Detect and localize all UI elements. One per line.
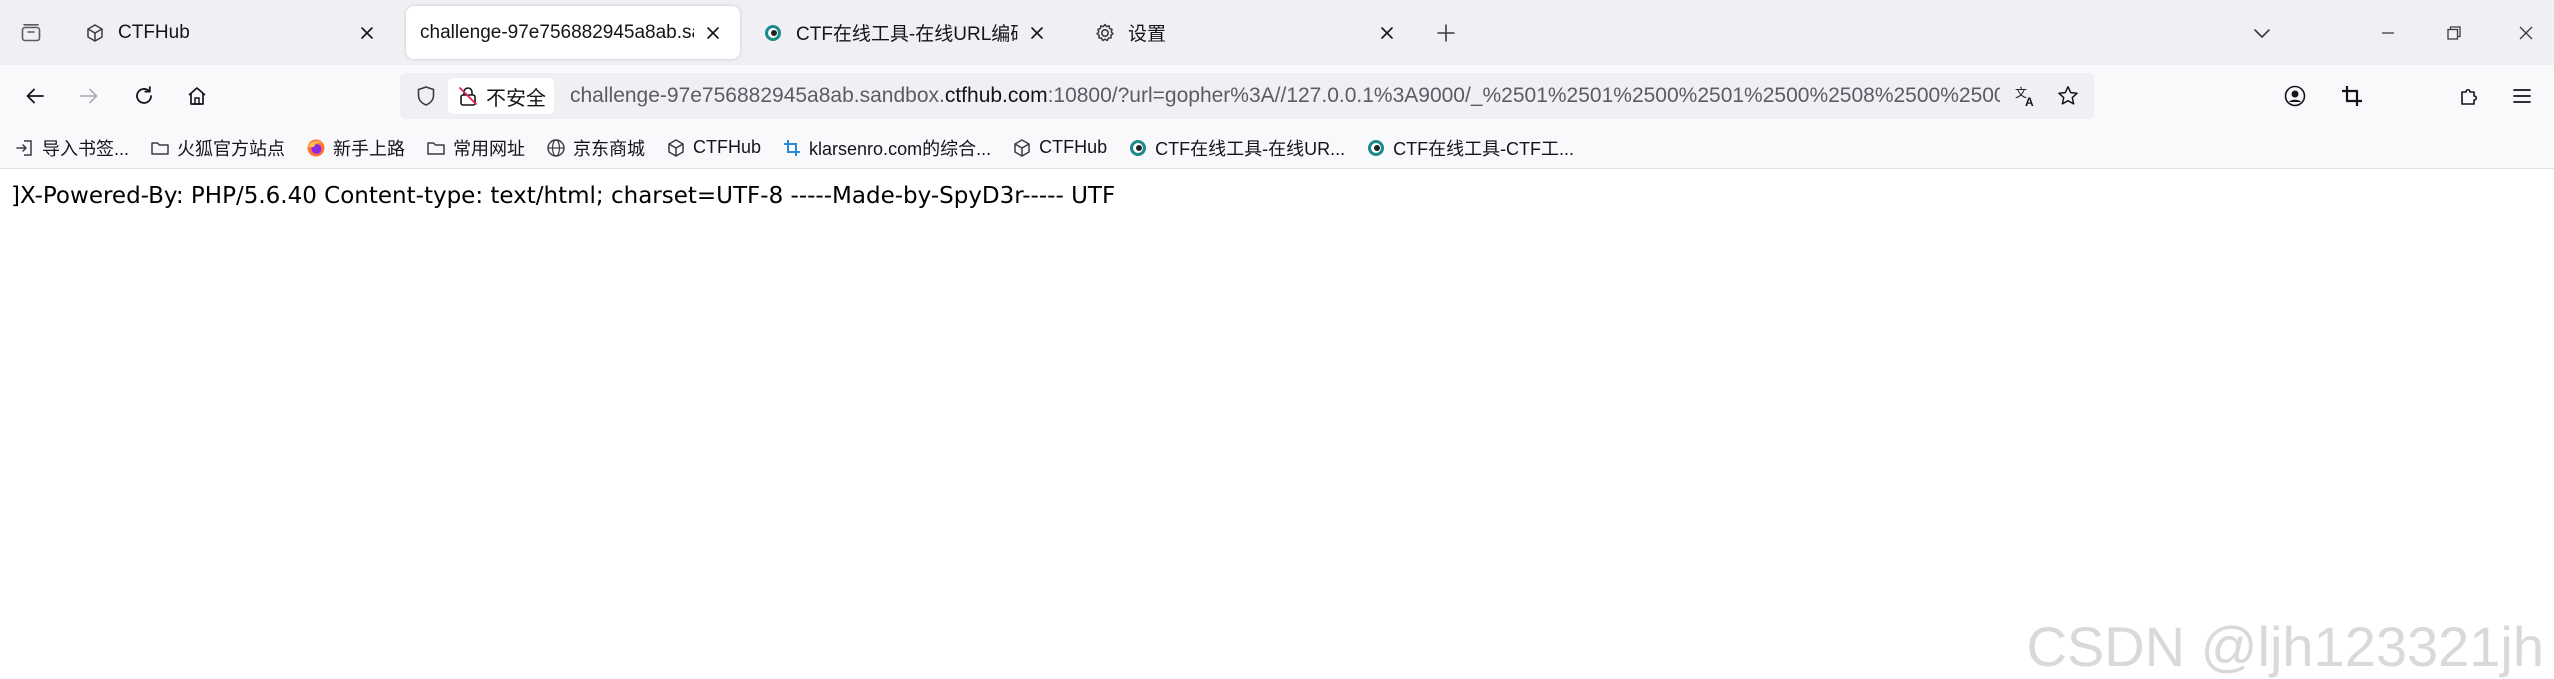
extensions-button[interactable] <box>2452 79 2486 113</box>
firefox-icon <box>305 137 327 159</box>
url-bar[interactable]: 不安全 challenge-97e756882945a8ab.sandbox.c… <box>400 73 2094 119</box>
bookmark-label: 新手上路 <box>333 138 406 159</box>
bookmark-label: CTF在线工具-CTF工... <box>1393 138 1575 159</box>
bookmark-getting-started[interactable]: 新手上路 <box>305 132 405 164</box>
hamburger-menu-icon <box>2513 89 2531 103</box>
restore-icon <box>2447 26 2461 40</box>
shield-icon[interactable] <box>406 73 446 119</box>
bookmark-label: CTFHub <box>1039 137 1108 157</box>
bookmark-ctf-tools-url[interactable]: CTF在线工具-在线UR... <box>1127 132 1345 164</box>
tab-ctf-tools[interactable]: CTF在线工具-在线URL编码|URL解码 <box>748 6 1064 59</box>
forward-button[interactable] <box>72 79 106 113</box>
import-icon <box>14 137 36 159</box>
bookmark-ctfhub-2[interactable]: CTFHub <box>1011 132 1107 164</box>
list-all-tabs-button[interactable] <box>2246 17 2278 49</box>
screenshot-button[interactable] <box>2335 79 2369 113</box>
translate-button[interactable]: 文 A <box>2010 80 2042 112</box>
browser-window: CTFHub challenge-97e756882945a8ab.sandbo… <box>0 0 2554 679</box>
bookmark-label: 京东商城 <box>573 138 646 159</box>
close-icon[interactable] <box>1374 20 1400 46</box>
connection-security-indicator[interactable]: 不安全 <box>448 78 554 114</box>
account-icon <box>2284 85 2306 107</box>
forward-arrow-icon <box>80 88 98 104</box>
tab-overview-icon <box>21 23 41 41</box>
tab-list-button[interactable] <box>0 0 62 65</box>
bookmark-import[interactable]: 导入书签... <box>14 132 129 164</box>
tab-title: CTFHub <box>118 21 190 43</box>
cube-icon <box>665 137 687 159</box>
back-button[interactable] <box>18 79 52 113</box>
close-icon[interactable] <box>1024 20 1050 46</box>
crop-icon <box>781 137 803 159</box>
url-prefix: challenge-97e756882945a8ab.sandbox. <box>570 84 945 107</box>
bookmark-star-button[interactable] <box>2052 80 2084 112</box>
url-domain: ctfhub.com <box>944 84 1048 107</box>
ctf-tools-icon <box>1365 137 1387 159</box>
bookmark-label: 火狐官方站点 <box>177 138 286 159</box>
bookmark-label: klarsenro.com的综合... <box>809 138 992 159</box>
close-window-button[interactable] <box>2510 17 2542 49</box>
translate-icon: 文 A <box>2015 85 2034 109</box>
bookmark-label: CTF在线工具-在线UR... <box>1155 138 1346 159</box>
tab-strip: CTFHub challenge-97e756882945a8ab.sandbo… <box>0 0 2554 65</box>
home-icon <box>188 87 206 105</box>
bookmark-folder-common-sites[interactable]: 常用网址 <box>425 132 525 164</box>
restore-button[interactable] <box>2438 17 2470 49</box>
url-text[interactable]: challenge-97e756882945a8ab.sandbox.ctfhu… <box>570 84 2000 108</box>
close-icon[interactable] <box>354 20 380 46</box>
bookmark-label: 常用网址 <box>453 138 526 159</box>
ctf-tools-icon <box>762 22 784 44</box>
csdn-watermark: CSDN @ljh123321jh <box>2026 615 2544 678</box>
url-suffix: :10800/?url=gopher%3A//127.0.0.1%3A9000/… <box>1047 84 2000 107</box>
folder-icon <box>149 137 171 159</box>
response-output-text: ]X-Powered-By: PHP/5.6.40 Content-type: … <box>11 183 1116 209</box>
globe-icon <box>545 137 567 159</box>
gear-icon <box>1094 22 1116 44</box>
puzzle-icon <box>2461 88 2478 105</box>
bookmarks-toolbar: 导入书签... 火狐官方站点 新手上路 常用网址 京东商城 CTFHub kla… <box>0 127 2554 169</box>
bookmark-klarsenro[interactable]: klarsenro.com的综合... <box>781 132 991 164</box>
navigation-toolbar: 不安全 challenge-97e756882945a8ab.sandbox.c… <box>0 65 2554 127</box>
minimize-button[interactable] <box>2372 17 2404 49</box>
tab-title: 设置 <box>1128 24 1167 45</box>
cube-icon <box>1011 137 1033 159</box>
chevron-down-icon <box>2254 29 2270 38</box>
folder-icon <box>425 137 447 159</box>
plus-icon <box>1437 24 1455 42</box>
cube-icon <box>84 22 106 44</box>
back-arrow-icon <box>26 88 44 104</box>
star-icon <box>2058 86 2078 105</box>
page-content: ]X-Powered-By: PHP/5.6.40 Content-type: … <box>0 170 2554 679</box>
ctf-tools-icon <box>1127 137 1149 159</box>
close-icon <box>2519 26 2533 40</box>
tab-ctfhub[interactable]: CTFHub <box>70 6 394 59</box>
bookmark-label: CTFHub <box>693 137 762 157</box>
tab-title: CTF在线工具-在线URL编码|URL解码 <box>796 24 1018 45</box>
bookmark-ctfhub[interactable]: CTFHub <box>665 132 761 164</box>
tab-title: challenge-97e756882945a8ab.sandbox.ctfhu… <box>420 21 694 43</box>
crop-icon <box>2342 86 2362 106</box>
tab-settings[interactable]: 设置 <box>1080 6 1414 59</box>
new-tab-button[interactable] <box>1430 17 1462 49</box>
bookmark-jd[interactable]: 京东商城 <box>545 132 645 164</box>
bookmark-folder-firefox-official[interactable]: 火狐官方站点 <box>149 132 285 164</box>
insecure-label: 不安全 <box>486 87 546 110</box>
home-button[interactable] <box>180 79 214 113</box>
minimize-icon <box>2382 32 2394 34</box>
account-button[interactable] <box>2278 79 2312 113</box>
tab-challenge[interactable]: challenge-97e756882945a8ab.sandbox.ctfhu… <box>406 6 740 59</box>
insecure-lock-icon <box>456 84 480 108</box>
bookmark-ctf-tools[interactable]: CTF在线工具-CTF工... <box>1365 132 1574 164</box>
close-icon[interactable] <box>700 20 726 46</box>
svg-text:A: A <box>2025 95 2034 109</box>
reload-icon <box>136 86 152 104</box>
reload-button[interactable] <box>127 79 161 113</box>
bookmark-label: 导入书签... <box>42 138 130 159</box>
app-menu-button[interactable] <box>2505 79 2539 113</box>
